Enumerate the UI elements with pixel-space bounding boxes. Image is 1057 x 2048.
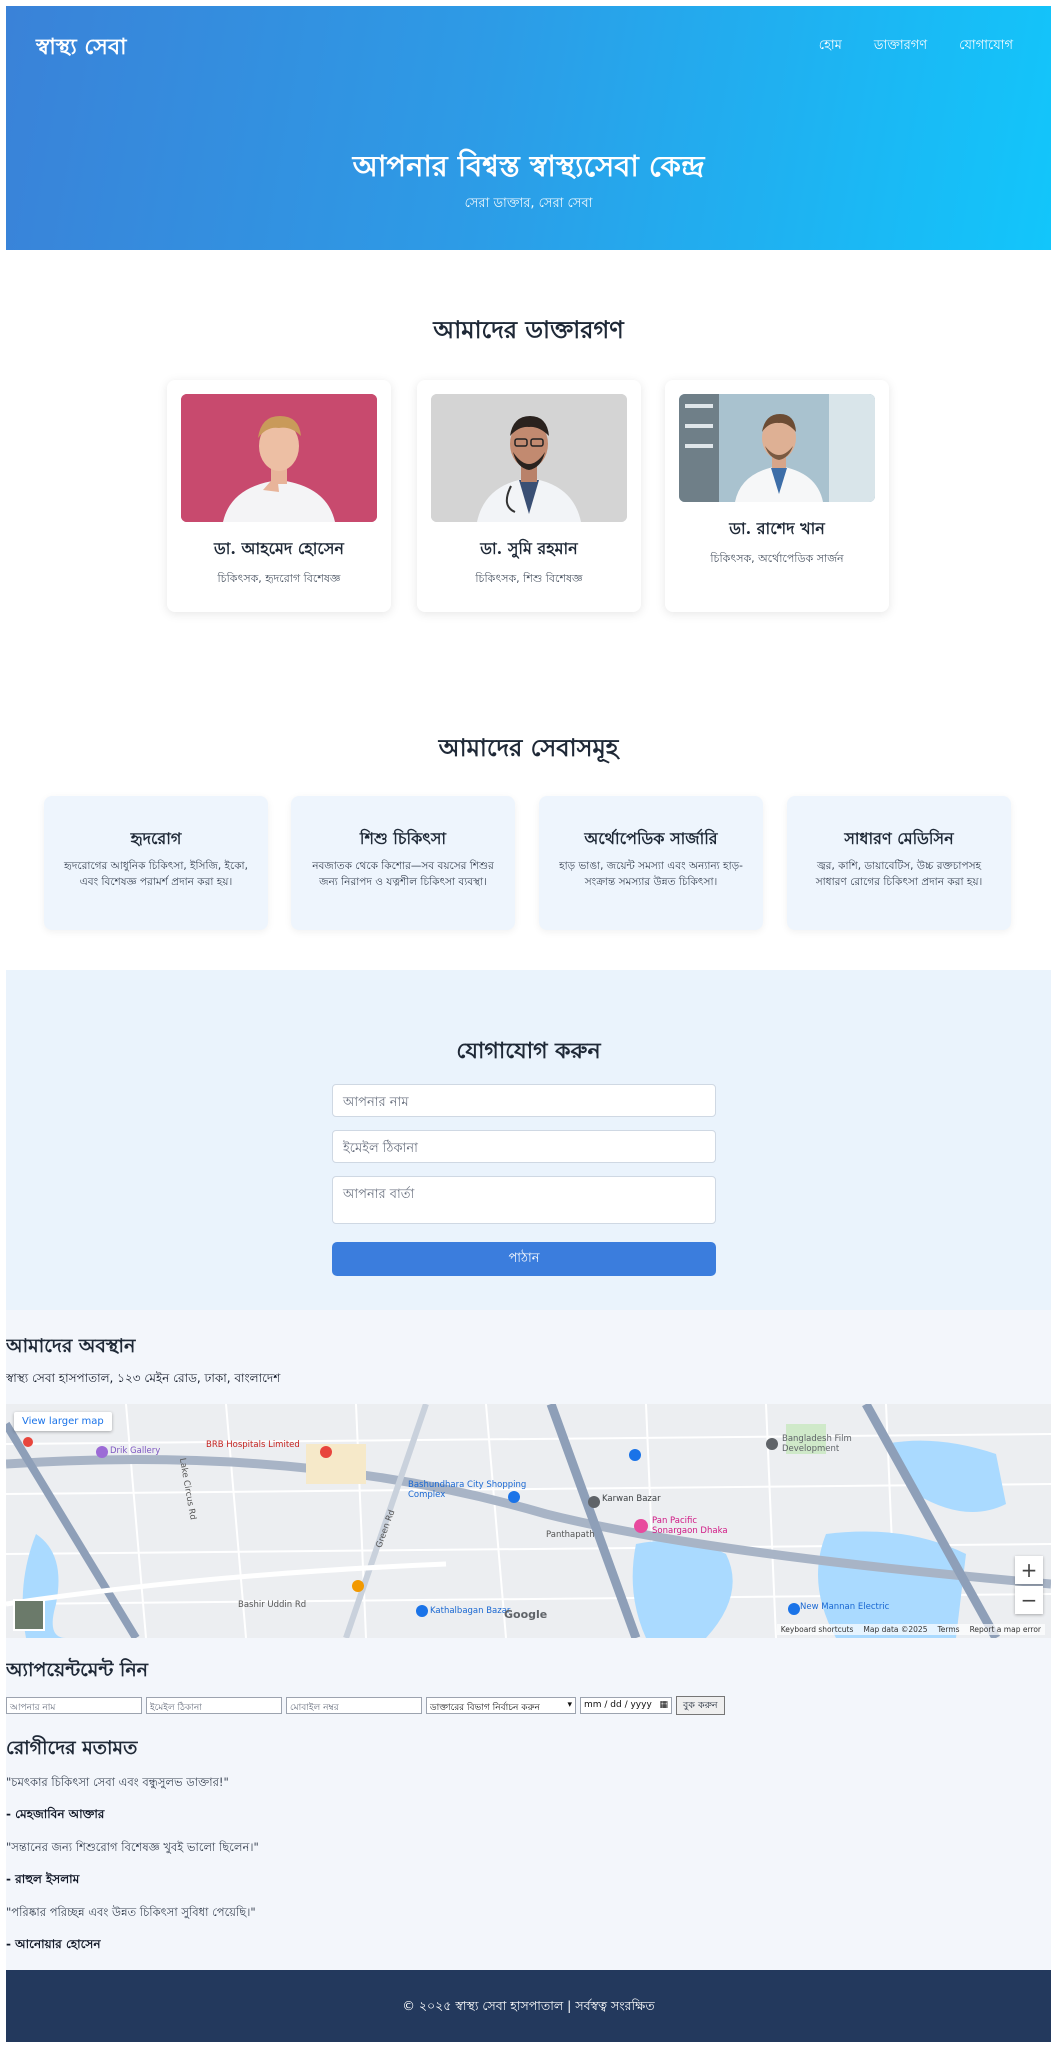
location-title: আমাদের অবস্থান xyxy=(6,1335,136,1357)
hero-header: স্বাস্থ্য সেবা হোম ডাক্তারগণ যোগাযোগ আপন… xyxy=(6,6,1051,250)
map-label: Panthapath xyxy=(546,1530,595,1540)
testimonials-title: রোগীদের মতামত xyxy=(6,1737,138,1759)
contact-email-input[interactable]: ইমেইল ঠিকানা xyxy=(332,1130,716,1163)
nav-home[interactable]: হোম xyxy=(819,36,842,57)
testimonial-quote: "সন্তানের জন্য শিশুরোগ বিশেষজ্ঞ খুবই ভাল… xyxy=(6,1840,259,1854)
map-label: Bangladesh Film Development xyxy=(782,1434,852,1454)
map-label: Karwan Bazar xyxy=(602,1494,661,1504)
map-attribution: Keyboard shortcuts Map data ©2025 Terms … xyxy=(776,1624,1045,1635)
book-button[interactable]: বুক করুন xyxy=(676,1695,725,1715)
keyboard-shortcuts-link[interactable]: Keyboard shortcuts xyxy=(781,1625,854,1634)
service-title: অর্থোপেডিক সার্জারি xyxy=(584,829,718,848)
calendar-icon: ▦ xyxy=(659,1699,668,1710)
service-card[interactable]: সাধারণ মেডিসিন জ্বর, কাশি, ডায়াবেটিস, উ… xyxy=(787,796,1011,930)
appointment-phone-input[interactable]: মোবাইল নম্বর xyxy=(286,1696,422,1714)
contact-message-textarea[interactable]: আপনার বার্তা xyxy=(332,1176,716,1224)
testimonial-quote: "চমৎকার চিকিৎসা সেবা এবং বন্ধুসুলভ ডাক্ত… xyxy=(6,1775,229,1789)
doctor-card[interactable]: ডা. রাশেদ খান চিকিৎসক, অর্থোপেডিক সার্জন xyxy=(665,380,889,612)
contact-section: যোগাযোগ করুন আপনার নাম ইমেইল ঠিকানা আপনা… xyxy=(6,970,1051,1310)
service-title: শিশু চিকিৎসা xyxy=(359,829,447,848)
testimonial-author: - মেহজাবিন আক্তার xyxy=(6,1807,105,1821)
map-label: Drik Gallery xyxy=(110,1446,161,1456)
date-input[interactable]: mm / dd / yyyy ▦ xyxy=(580,1696,672,1714)
testimonial-author: - আনোয়ার হোসেন xyxy=(6,1937,101,1951)
map-label: BRB Hospitals Limited xyxy=(206,1440,300,1450)
location-address: স্বাস্থ্য সেবা হাসপাতাল, ১২৩ মেইন রোড, ঢ… xyxy=(6,1371,281,1385)
doctor-name: ডা. আহমেদ হোসেন xyxy=(213,539,344,558)
service-description: নবজাতক থেকে কিশোর—সব বয়সের শিশুর জন্য ন… xyxy=(312,860,494,888)
zoom-in-button[interactable]: + xyxy=(1015,1556,1043,1584)
services-section: আমাদের সেবাসমূহ হৃদরোগ হৃদরোগের আধুনিক চ… xyxy=(6,670,1051,970)
hero-title: আপনার বিশ্বস্ত স্বাস্থ্যসেবা কেন্দ্র xyxy=(352,149,705,183)
doctor-name: ডা. রাশেদ খান xyxy=(729,519,825,538)
zoom-out-button[interactable]: − xyxy=(1015,1586,1043,1614)
chevron-down-icon: ▾ xyxy=(567,1699,572,1710)
contact-title: যোগাযোগ করুন xyxy=(456,1038,601,1064)
map-label: Kathalbagan Bazar xyxy=(430,1606,511,1616)
appointment-name-input[interactable]: আপনার নাম xyxy=(6,1696,142,1714)
service-description: হাড় ভাঙা, জয়েন্ট সমস্যা এবং অন্যান্য হ… xyxy=(559,860,743,888)
send-button[interactable]: পাঠান xyxy=(332,1242,716,1276)
doctor-card[interactable]: ডা. সুমি রহমান চিকিৎসক, শিশু বিশেষজ্ঞ xyxy=(417,380,641,612)
doctor-specialty: চিকিৎসক, হৃদরোগ বিশেষজ্ঞ xyxy=(217,572,341,585)
footer-copyright: © ২০২৫ স্বাস্থ্য সেবা হাসপাতাল | সর্বস্ব… xyxy=(402,1998,655,2013)
service-card[interactable]: অর্থোপেডিক সার্জারি হাড় ভাঙা, জয়েন্ট স… xyxy=(539,796,763,930)
service-title: হৃদরোগ xyxy=(130,829,182,848)
appointment-email-input[interactable]: ইমেইল ঠিকানা xyxy=(146,1696,282,1714)
testimonial-quote: "পরিষ্কার পরিচ্ছন্ন এবং উন্নত চিকিৎসা সু… xyxy=(6,1905,256,1919)
map-embed[interactable]: Drik Gallery BRB Hospitals Limited Bashu… xyxy=(6,1404,1051,1638)
brand-logo[interactable]: স্বাস্থ্য সেবা xyxy=(36,30,126,67)
service-description: হৃদরোগের আধুনিক চিকিৎসা, ইসিজি, ইকো, এবং… xyxy=(64,860,248,888)
service-card[interactable]: হৃদরোগ হৃদরোগের আধুনিক চিকিৎসা, ইসিজি, ই… xyxy=(44,796,268,930)
doctors-title: আমাদের ডাক্তারগণ xyxy=(433,315,624,344)
appointment-title: অ্যাপয়েন্টমেন্ট নিন xyxy=(6,1659,149,1681)
map-label: New Mannan Electric xyxy=(800,1602,890,1612)
doctors-section: আমাদের ডাক্তারগণ ডা. আহমেদ হোসেন চিকিৎসক… xyxy=(6,250,1051,670)
department-select-value: ডাক্তারের বিভাগ নির্বাচন করুন xyxy=(430,1702,540,1713)
nav-contact[interactable]: যোগাযোগ xyxy=(959,36,1013,57)
page: স্বাস্থ্য সেবা হোম ডাক্তারগণ যোগাযোগ আপন… xyxy=(6,6,1051,2042)
department-select[interactable]: ডাক্তারের বিভাগ নির্বাচন করুন ▾ xyxy=(426,1696,576,1714)
doctor-photo xyxy=(431,394,627,522)
appointment-form: আপনার নাম ইমেইল ঠিকানা মোবাইল নম্বর ডাক্… xyxy=(6,1695,725,1715)
testimonial-author: - রাহুল ইসলাম xyxy=(6,1872,80,1886)
service-description: জ্বর, কাশি, ডায়াবেটিস, উচ্চ রক্তচাপসহ স… xyxy=(815,860,983,888)
terms-link[interactable]: Terms xyxy=(937,1625,959,1634)
map-canvas[interactable] xyxy=(6,1404,1051,1638)
google-logo: Google xyxy=(504,1608,548,1621)
service-card[interactable]: শিশু চিকিৎসা নবজাতক থেকে কিশোর—সব বয়সের… xyxy=(291,796,515,930)
doctor-specialty: চিকিৎসক, অর্থোপেডিক সার্জন xyxy=(710,552,844,565)
contact-name-input[interactable]: আপনার নাম xyxy=(332,1084,716,1117)
date-input-value: mm / dd / yyyy xyxy=(584,1699,652,1710)
doctor-name: ডা. সুমি রহমান xyxy=(480,539,578,558)
site-footer: © ২০২৫ স্বাস্থ্য সেবা হাসপাতাল | সর্বস্ব… xyxy=(6,1970,1051,2042)
main-nav: হোম ডাক্তারগণ যোগাযোগ xyxy=(819,36,1013,57)
hero-subtitle: সেরা ডাক্তার, সেরা সেবা xyxy=(464,196,593,211)
view-larger-map-link[interactable]: View larger map xyxy=(14,1412,112,1431)
map-label: Bashundhara City Shopping Complex xyxy=(408,1480,527,1500)
doctor-card[interactable]: ডা. আহমেদ হোসেন চিকিৎসক, হৃদরোগ বিশেষজ্ঞ xyxy=(167,380,391,612)
map-label: Bashir Uddin Rd xyxy=(238,1600,307,1610)
doctor-specialty: চিকিৎসক, শিশু বিশেষজ্ঞ xyxy=(475,572,583,585)
map-data-text: Map data ©2025 xyxy=(863,1625,928,1634)
doctor-photo xyxy=(679,394,875,502)
service-title: সাধারণ মেডিসিন xyxy=(844,829,954,848)
doctor-photo xyxy=(181,394,377,522)
services-title: আমাদের সেবাসমূহ xyxy=(438,733,619,762)
nav-doctors[interactable]: ডাক্তারগণ xyxy=(874,36,927,57)
report-map-error-link[interactable]: Report a map error xyxy=(970,1625,1041,1634)
map-label: Pan Pacific Sonargaon Dhaka xyxy=(652,1516,728,1536)
